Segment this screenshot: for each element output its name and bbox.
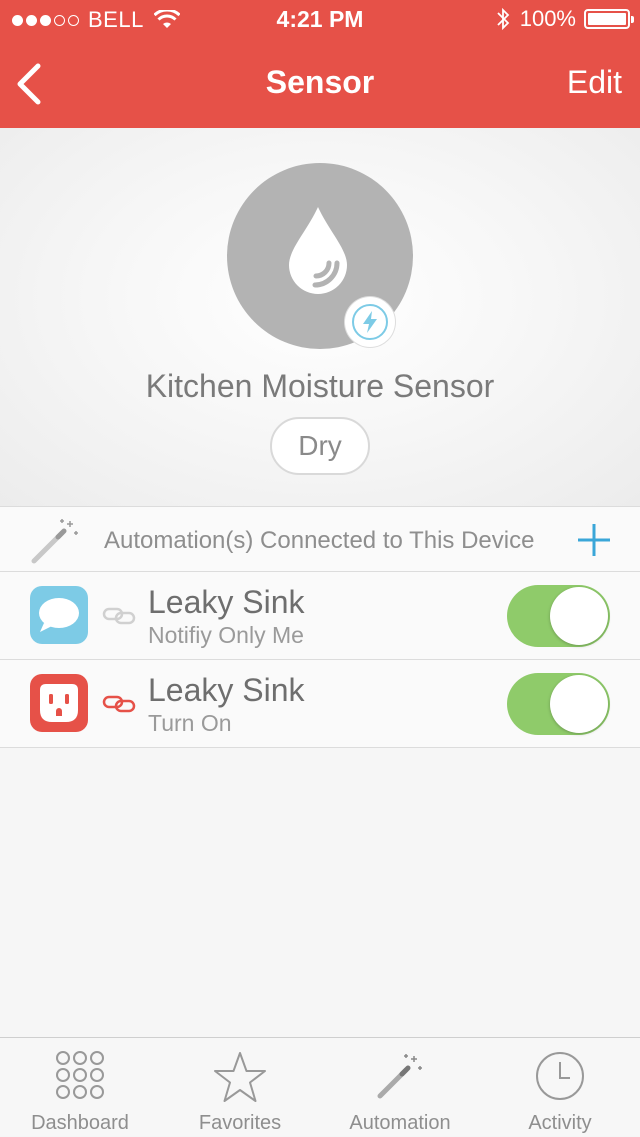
nav-bar: Sensor Edit bbox=[0, 40, 640, 128]
device-state-badge: Dry bbox=[270, 417, 370, 475]
device-avatar[interactable] bbox=[227, 163, 413, 349]
link-icon bbox=[102, 607, 136, 625]
tab-label: Automation bbox=[349, 1112, 451, 1134]
device-name: Kitchen Moisture Sensor bbox=[145, 368, 495, 404]
tab-favorites[interactable]: Favorites bbox=[160, 1038, 320, 1137]
tab-bar: Dashboard Favorites Automation Activity bbox=[0, 1037, 640, 1136]
status-bar: BELL 4:21 PM 100% bbox=[0, 0, 640, 40]
link-icon bbox=[102, 695, 136, 713]
automation-subtitle: Notifiy Only Me bbox=[148, 622, 304, 648]
tab-activity[interactable]: Activity bbox=[480, 1038, 640, 1137]
device-hero: Kitchen Moisture Sensor Dry bbox=[0, 128, 640, 506]
grid-dots-icon bbox=[56, 1051, 104, 1099]
automation-title: Leaky Sink bbox=[148, 584, 305, 620]
clock-icon bbox=[536, 1052, 584, 1100]
water-drop-icon bbox=[289, 207, 347, 294]
tab-automation[interactable]: Automation bbox=[320, 1038, 480, 1137]
battery-icon bbox=[584, 9, 634, 29]
automation-toggle[interactable] bbox=[507, 585, 610, 647]
lightning-bolt-icon bbox=[352, 304, 388, 340]
add-automation-button[interactable] bbox=[576, 522, 612, 558]
edit-button[interactable]: Edit bbox=[567, 64, 622, 101]
automations-header: Automation(s) Connected to This Device bbox=[0, 506, 640, 572]
outlet-icon bbox=[40, 684, 78, 722]
header: BELL 4:21 PM 100% Sensor Edit bbox=[0, 0, 640, 128]
automation-row[interactable]: Leaky Sink Notifiy Only Me bbox=[0, 572, 640, 660]
toggle-knob bbox=[550, 675, 608, 733]
app-icon bbox=[30, 586, 88, 644]
tab-dashboard[interactable]: Dashboard bbox=[0, 1038, 160, 1137]
automation-row[interactable]: Leaky Sink Turn On bbox=[0, 660, 640, 748]
magic-wand-icon bbox=[31, 519, 78, 564]
page-title: Sensor bbox=[265, 64, 375, 100]
automation-subtitle: Turn On bbox=[148, 710, 232, 736]
automation-toggle[interactable] bbox=[507, 673, 610, 735]
power-badge bbox=[345, 297, 395, 347]
toggle-knob bbox=[550, 587, 608, 645]
automations-header-label: Automation(s) Connected to This Device bbox=[104, 527, 535, 554]
tab-label: Activity bbox=[528, 1112, 592, 1134]
bluetooth-icon bbox=[497, 7, 509, 31]
star-icon bbox=[214, 1052, 266, 1102]
magic-wand-icon bbox=[377, 1054, 422, 1099]
status-right: 100% bbox=[496, 6, 634, 32]
app-icon bbox=[30, 674, 88, 732]
tab-label: Favorites bbox=[198, 1112, 282, 1134]
tab-label: Dashboard bbox=[31, 1112, 129, 1134]
battery-percent: 100% bbox=[519, 6, 576, 31]
automation-title: Leaky Sink bbox=[148, 672, 305, 708]
chat-bubble-icon bbox=[39, 598, 79, 632]
